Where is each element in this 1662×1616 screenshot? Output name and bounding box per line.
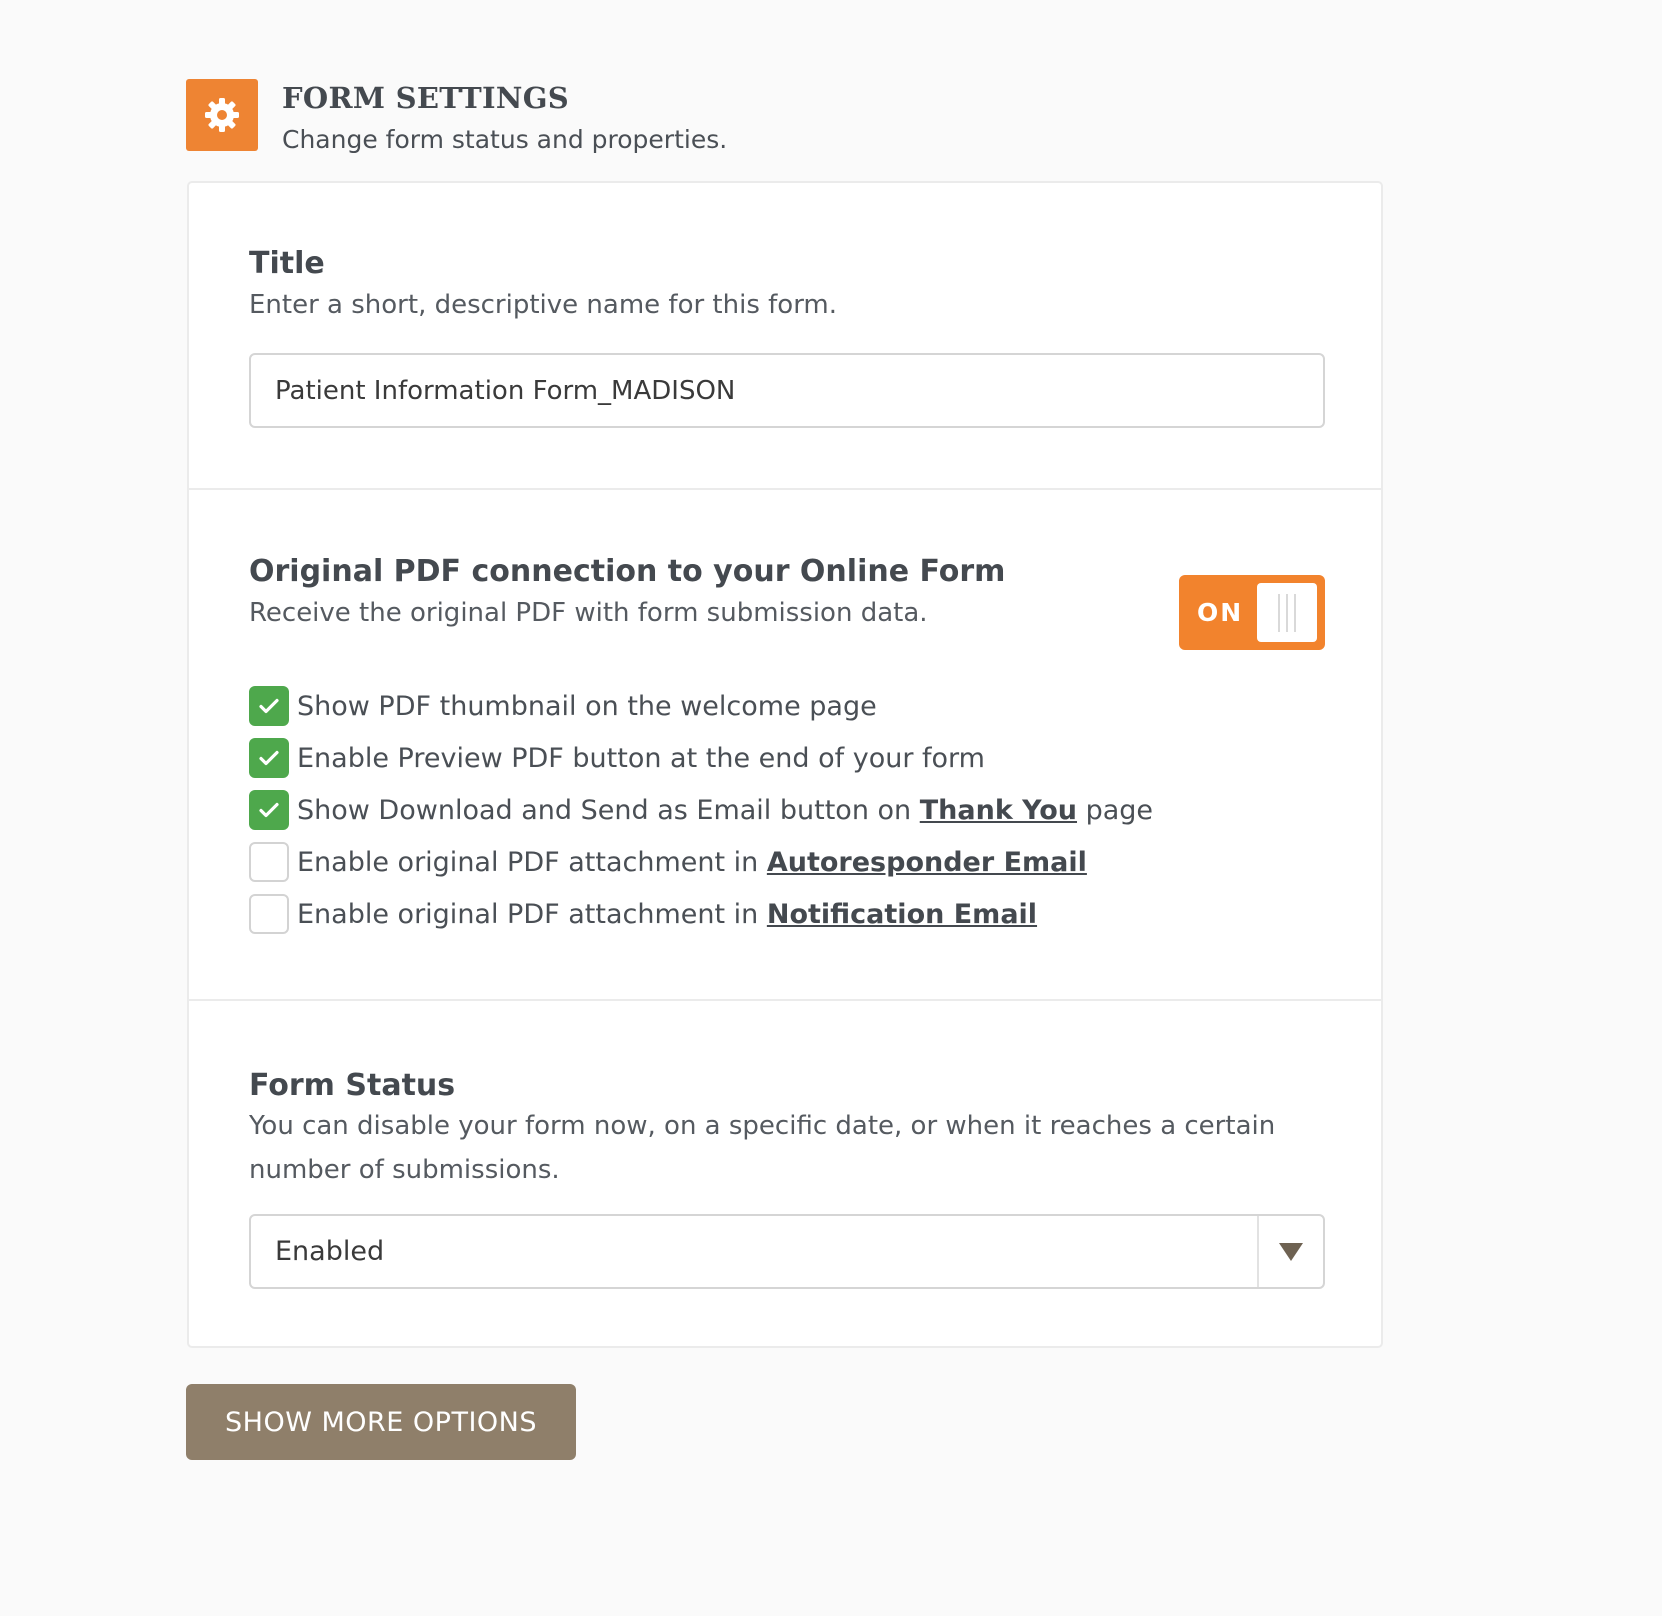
checkbox-unchecked[interactable] [249,894,289,934]
check-icon [259,698,279,714]
caret-down-icon[interactable] [1279,1243,1303,1261]
toggle-label: ON [1197,598,1244,627]
option-label: Enable Preview PDF button at the end of … [297,742,985,774]
title-description: Enter a short, descriptive name for this… [249,290,838,320]
option-label: Show Download and Send as Email button o… [297,794,920,826]
option-label: Enable original PDF attachment in [297,898,767,930]
page-header: FORM SETTINGS Change form status and pro… [186,79,727,154]
option-autoresponder-attachment[interactable]: Enable original PDF attachment in Autore… [249,836,1153,888]
option-label: Enable original PDF attachment in [297,846,767,878]
option-download-email-button[interactable]: Show Download and Send as Email button o… [249,784,1153,836]
status-heading: Form Status [249,1068,456,1103]
title-heading: Title [249,246,325,281]
page-subtitle: Change form status and properties. [282,125,728,154]
option-label-suffix: page [1077,794,1154,826]
option-preview-button[interactable]: Enable Preview PDF button at the end of … [249,732,1153,784]
pdf-heading: Original PDF connection to your Online F… [249,554,1006,589]
check-icon [259,750,279,766]
section-divider [189,488,1381,490]
select-separator [1257,1216,1259,1287]
pdf-options-list: Show PDF thumbnail on the welcome page E… [249,680,1153,940]
settings-badge [186,79,258,151]
option-notification-attachment[interactable]: Enable original PDF attachment in Notifi… [249,888,1153,940]
pdf-description: Receive the original PDF with form submi… [249,598,928,628]
checkbox-unchecked[interactable] [249,842,289,882]
form-title-input[interactable] [249,353,1325,428]
show-more-options-button[interactable]: SHOW MORE OPTIONS [186,1384,576,1460]
checkbox-checked[interactable] [249,686,289,726]
pdf-connection-toggle[interactable]: ON [1179,575,1325,650]
section-divider [189,999,1381,1001]
checkbox-checked[interactable] [249,738,289,778]
thank-you-link[interactable]: Thank You [920,795,1077,826]
gear-icon [205,98,239,132]
select-value: Enabled [275,1236,385,1267]
status-description: You can disable your form now, on a spec… [249,1111,1276,1185]
option-pdf-thumbnail[interactable]: Show PDF thumbnail on the welcome page [249,680,1153,732]
option-label: Show PDF thumbnail on the welcome page [297,690,877,722]
check-icon [259,802,279,818]
toggle-knob [1257,583,1317,642]
settings-card: Title Enter a short, descriptive name fo… [187,181,1383,1348]
notification-email-link[interactable]: Notification Email [767,899,1037,930]
autoresponder-email-link[interactable]: Autoresponder Email [767,847,1087,878]
page-title: FORM SETTINGS [282,81,570,115]
checkbox-checked[interactable] [249,790,289,830]
form-status-select[interactable]: Enabled [249,1214,1325,1289]
